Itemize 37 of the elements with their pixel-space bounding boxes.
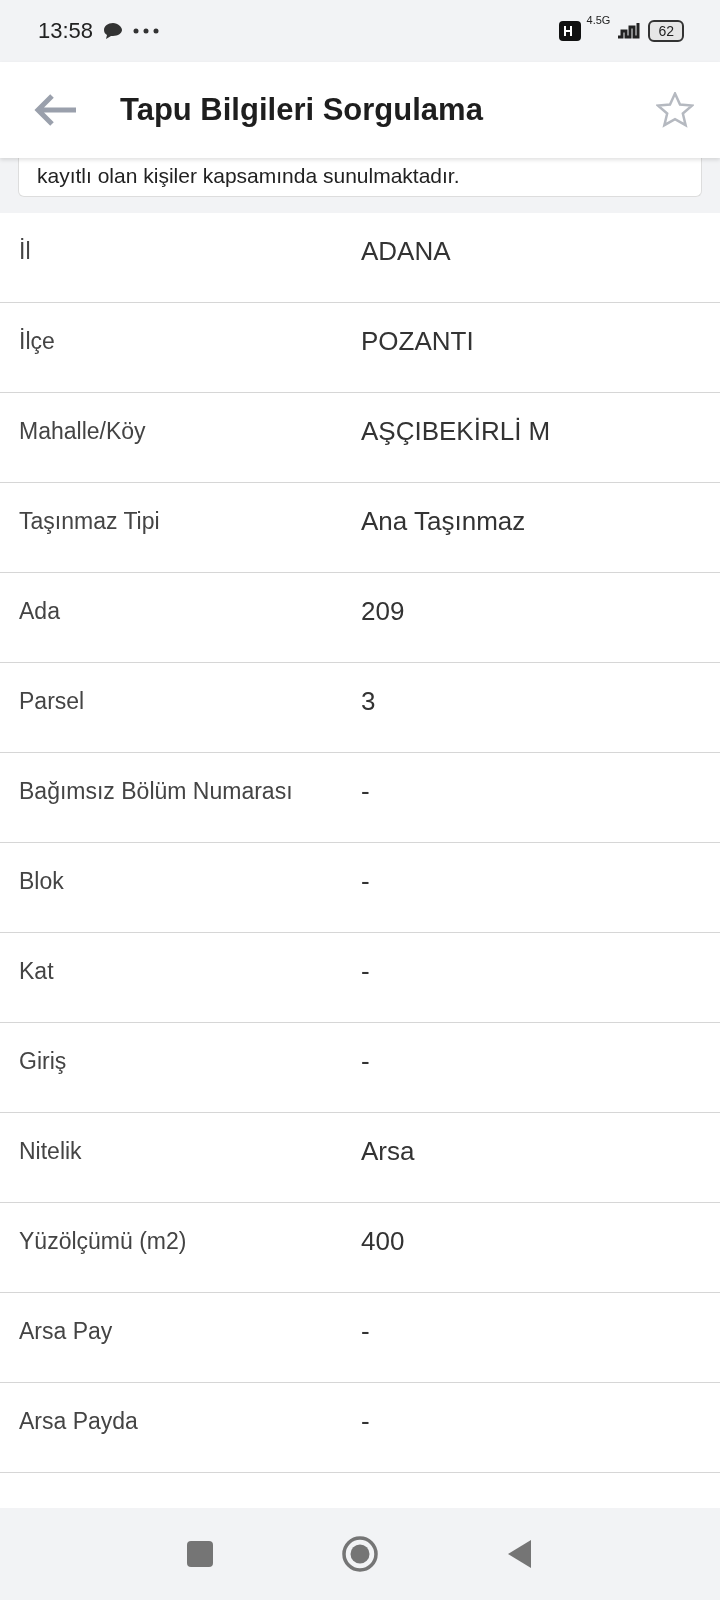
field-value: - [361,1316,370,1347]
field-value: - [361,866,370,897]
chat-bubble-icon [103,22,124,40]
page-title: Tapu Bilgileri Sorgulama [120,92,485,128]
field-value: AŞÇIBEKİRLİ M [361,416,551,447]
more-icon [133,28,160,34]
field-label: Giriş [18,1048,68,1075]
field-value: - [361,956,370,987]
notice-card: kayıtlı olan kişiler kapsamında sunulmaktadır. [18,158,702,197]
field-value: Arsa [361,1136,415,1167]
field-label: Parsel [18,688,86,715]
field-label: Blok [18,868,65,895]
field-value: - [361,1046,370,1077]
field-label: Bağımsız Bölüm Numarası [18,778,294,805]
status-time: 13:58 [38,18,94,44]
network-type: 4.5G [586,14,611,26]
field-label: İl [18,238,32,265]
hd-icon [558,21,581,41]
field-value: - [361,1406,370,1437]
field-label: Arsa Pay [18,1318,114,1345]
field-label: Yüzölçümü (m2) [18,1228,188,1255]
field-value: POZANTI [361,326,474,357]
battery-level: 62 [648,20,684,42]
field-value: ADANA [361,236,451,267]
field-value: - [361,776,370,807]
field-value: 209 [361,596,405,627]
field-value: 400 [361,1226,405,1257]
field-label: Taşınmaz Tipi [18,508,161,535]
field-value: 3 [361,686,376,717]
field-value: Ana Taşınmaz [361,506,526,537]
field-label: İlçe [18,328,56,355]
field-label: Arsa Payda [18,1408,139,1435]
field-label: Ada [18,598,61,625]
field-label: Kat [18,958,55,985]
field-label: Mahalle/Köy [18,418,147,445]
field-label: Nitelik [18,1138,83,1165]
signal-icon [616,21,643,41]
